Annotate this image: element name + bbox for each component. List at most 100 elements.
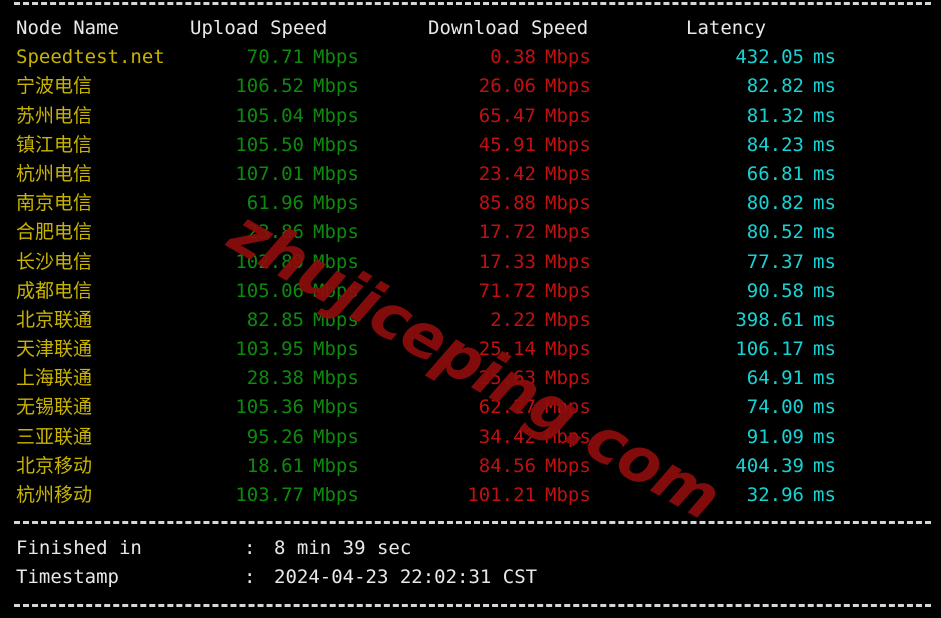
download-speed-unit: Mbps [545,396,591,419]
download-speed-unit: Mbps [545,46,591,69]
download-speed-unit: Mbps [545,425,591,448]
footer-colon: : [244,566,256,589]
latency-unit: ms [813,75,836,98]
latency-value: 91.09 [746,425,804,448]
upload-speed-unit: Mbps [313,250,359,273]
download-speed-unit: Mbps [545,75,591,98]
footer-label: Timestamp [16,566,119,589]
separator-bottom [14,604,931,607]
node-name-cell: 无锡联通 [16,396,93,419]
download-speed-value: 101.21 [467,484,536,506]
node-name-cell: 北京移动 [16,454,93,477]
upload-speed-value: 23.86 [246,221,304,244]
download-speed-value: 85.88 [478,192,536,215]
table-row: 长沙电信 102.89 Mbps 17.33 Mbps 77.37 ms [0,248,941,277]
table-header-row: Node Name Upload Speed Download Speed La… [0,14,941,43]
footer-row: Finished in:8 min 39 sec [0,534,941,563]
table-body: Speedtest.net 70.71 Mbps 0.38 Mbps 432.05 ms 宁波… [0,43,941,510]
upload-speed-unit: Mbps [313,308,359,331]
upload-speed-unit: Mbps [313,46,359,69]
node-name-cell: 上海联通 [16,367,93,390]
node-name-cell: 三亚联通 [16,425,93,448]
upload-speed-value: 105.06 [235,279,304,302]
table-row: Speedtest.net 70.71 Mbps 0.38 Mbps 432.05 ms [0,43,941,72]
table-row: 北京移动 18.61 Mbps 84.56 Mbps 404.39 ms [0,452,941,481]
upload-speed-unit: Mbps [313,484,359,506]
latency-unit: ms [813,454,836,477]
upload-speed-value: 18.61 [246,454,304,477]
table-row: 无锡联通 105.36 Mbps 62.27 Mbps 74.00 ms [0,393,941,422]
download-speed-unit: Mbps [545,104,591,127]
upload-speed-value: 102.89 [235,250,304,273]
node-name-cell: 苏州电信 [16,104,93,127]
download-speed-value: 17.33 [478,250,536,273]
latency-value: 74.00 [746,396,804,419]
latency-value: 66.81 [746,162,804,185]
latency-unit: ms [813,250,836,273]
latency-unit: ms [813,104,836,127]
latency-value: 77.37 [746,250,804,273]
table-row: 南京电信 61.96 Mbps 85.88 Mbps 80.82 ms [0,189,941,218]
latency-unit: ms [813,46,836,69]
upload-speed-value: 106.52 [235,75,304,98]
upload-speed-unit: Mbps [313,221,359,244]
download-speed-unit: Mbps [545,338,591,361]
download-speed-unit: Mbps [545,279,591,302]
upload-speed-value: 95.26 [246,425,304,448]
upload-speed-unit: Mbps [313,75,359,98]
download-speed-value: 62.27 [478,396,536,419]
latency-unit: ms [813,425,836,448]
latency-value: 82.82 [746,75,804,98]
node-name-cell: 长沙电信 [16,250,93,273]
download-speed-value: 84.56 [478,454,536,477]
upload-speed-value: 105.36 [235,396,304,419]
latency-value: 32.96 [746,484,804,506]
node-name-cell: 杭州电信 [16,162,93,185]
latency-unit: ms [813,192,836,215]
latency-unit: ms [813,484,836,506]
table-row: 三亚联通 95.26 Mbps 34.42 Mbps 91.09 ms [0,423,941,452]
table-row: 苏州电信 105.04 Mbps 65.47 Mbps 81.32 ms [0,102,941,131]
download-speed-value: 17.72 [478,221,536,244]
latency-unit: ms [813,308,836,331]
latency-unit: ms [813,367,836,390]
latency-value: 398.61 [735,308,804,331]
download-speed-unit: Mbps [545,367,591,390]
node-name-cell: 南京电信 [16,192,93,215]
latency-unit: ms [813,338,836,361]
upload-speed-value: 103.95 [235,338,304,361]
download-speed-unit: Mbps [545,221,591,244]
download-speed-unit: Mbps [545,454,591,477]
download-speed-value: 25.63 [478,367,536,390]
upload-speed-unit: Mbps [313,425,359,448]
download-speed-unit: Mbps [545,484,591,506]
table-row: 天津联通 103.95 Mbps 25.14 Mbps 106.17 ms [0,335,941,364]
upload-speed-value: 82.85 [246,308,304,331]
footer-value: 8 min 39 sec [274,537,412,559]
upload-speed-unit: Mbps [313,133,359,156]
latency-unit: ms [813,279,836,302]
download-speed-unit: Mbps [545,308,591,331]
table-row: 北京联通 82.85 Mbps 2.22 Mbps 398.61 ms [0,306,941,335]
node-name-cell: 北京联通 [16,308,93,331]
upload-speed-value: 105.50 [235,133,304,156]
download-speed-value: 2.22 [490,308,536,331]
download-speed-value: 71.72 [478,279,536,302]
footer-label: Finished in [16,537,142,559]
download-speed-unit: Mbps [545,162,591,185]
latency-unit: ms [813,396,836,419]
download-speed-unit: Mbps [545,133,591,156]
upload-speed-value: 70.71 [246,46,304,69]
download-speed-value: 34.42 [478,425,536,448]
footer-value: 2024-04-23 22:02:31 CST [274,566,538,589]
terminal-output: Node Name Upload Speed Download Speed La… [0,0,941,618]
separator-middle [14,521,931,524]
latency-value: 106.17 [735,338,804,361]
latency-value: 80.52 [746,221,804,244]
latency-value: 80.82 [746,192,804,215]
upload-speed-value: 107.01 [235,162,304,185]
download-speed-value: 26.06 [478,75,536,98]
table-row: 宁波电信 106.52 Mbps 26.06 Mbps 82.82 ms [0,72,941,101]
latency-unit: ms [813,221,836,244]
upload-speed-value: 105.04 [235,104,304,127]
